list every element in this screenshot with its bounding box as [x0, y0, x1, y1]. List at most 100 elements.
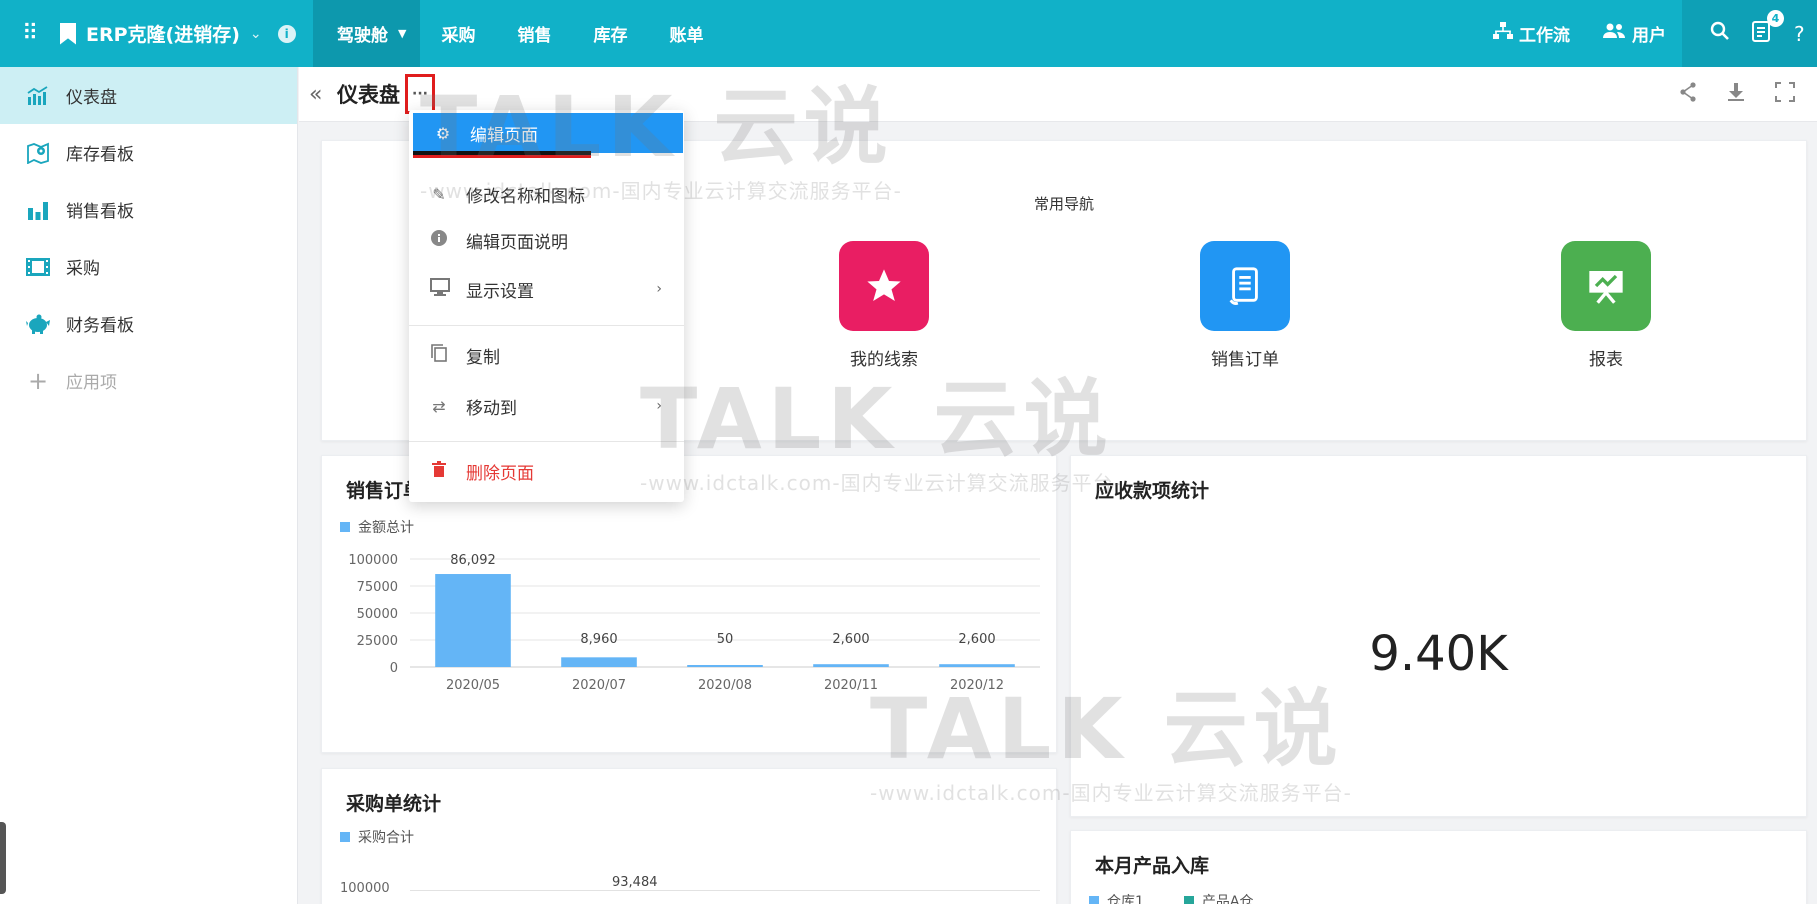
legend-label: 采购合计	[358, 830, 414, 846]
share-icon[interactable]	[1679, 81, 1697, 107]
receivable-card: 应收款项统计 9.40K	[1070, 455, 1807, 817]
sidebar-item-sales-board[interactable]: 销售看板	[0, 181, 297, 238]
presentation-icon	[1561, 241, 1651, 331]
legend-label: 产品A仓	[1201, 894, 1254, 904]
annotation-underline	[413, 151, 591, 158]
nav-inventory[interactable]: 库存	[572, 0, 648, 67]
legend-swatch	[1183, 896, 1194, 904]
bar-value-label: 2,600	[958, 632, 995, 647]
y-tick-label: 100000	[348, 553, 398, 568]
swap-icon: ⇄	[432, 396, 446, 416]
menu-item-delete-page[interactable]: 删除页面	[409, 451, 684, 491]
legend-label: 仓库1	[1107, 894, 1144, 904]
bar-value-label: 86,092	[450, 553, 496, 568]
nav-purchase[interactable]: 采购	[420, 0, 496, 67]
sidebar-item-label: 库存看板	[66, 145, 134, 165]
users-label: 用户	[1632, 26, 1666, 46]
bar	[813, 664, 889, 667]
legend-swatch	[340, 832, 350, 842]
bar-value-label: 50	[717, 632, 734, 647]
quick-nav-label: 我的线索	[850, 350, 918, 370]
piggy-bank-icon	[26, 312, 50, 336]
menu-label: 编辑页面说明	[466, 232, 568, 253]
quick-nav-label: 报表	[1589, 350, 1623, 370]
more-options-button[interactable]: ···	[405, 74, 435, 114]
pencil-icon: ✎	[432, 184, 446, 204]
stock-card: 本月产品入库 仓库1 产品A仓	[1070, 830, 1807, 904]
main-nav: 驾驶舱 ▼ 采购 销售 库存 账单	[313, 0, 724, 67]
menu-label: 删除页面	[466, 463, 534, 484]
menu-item-edit-description[interactable]: 编辑页面说明	[409, 220, 684, 260]
workflow-button[interactable]: 工作流	[1477, 0, 1586, 67]
x-tick-label: 2020/11	[824, 678, 878, 693]
x-tick-label: 2020/07	[572, 678, 626, 693]
bar	[687, 665, 763, 667]
sidebar-item-inventory-board[interactable]: 库存看板	[0, 124, 297, 181]
bar	[939, 664, 1015, 667]
nav-cockpit[interactable]: 驾驶舱 ▼	[313, 0, 421, 67]
sidebar: 仪表盘 库存看板 销售看板 采购 财务看板 + 应用项	[0, 67, 298, 904]
quick-nav-sales-order[interactable]: 销售订单	[1185, 241, 1305, 370]
receivable-value: 9.40K	[1369, 626, 1508, 682]
stock-legend: 仓库1 产品A仓	[1089, 891, 1254, 904]
page-options-menu: ⚙ 编辑页面 ✎ 修改名称和图标 编辑页面说明 显示设置 › 复制 ⇄ 移动到 …	[409, 110, 684, 502]
menu-item-copy[interactable]: 复制	[409, 335, 684, 375]
sidebar-add-item[interactable]: + 应用项	[0, 352, 297, 409]
users-icon	[1602, 23, 1626, 44]
legend-item[interactable]: 仓库1	[1089, 891, 1144, 904]
monitor-icon	[430, 278, 450, 300]
menu-divider	[409, 325, 684, 326]
star-icon	[839, 241, 929, 331]
chevron-down-icon[interactable]: ⌄	[250, 26, 262, 42]
menu-item-move-to[interactable]: ⇄ 移动到 ›	[409, 386, 684, 426]
nav-sales[interactable]: 销售	[496, 0, 572, 67]
fullscreen-icon[interactable]	[1775, 81, 1795, 107]
gridline	[410, 890, 1040, 891]
notification-badge: 4	[1767, 10, 1784, 27]
y-tick-label: 75000	[357, 580, 398, 595]
y-tick-label: 0	[390, 661, 398, 676]
collapse-sidebar-icon[interactable]: «	[309, 82, 329, 107]
search-icon[interactable]	[1710, 21, 1730, 46]
side-drawer-handle[interactable]	[0, 822, 6, 894]
menu-item-display-settings[interactable]: 显示设置 ›	[409, 269, 684, 309]
download-icon[interactable]	[1727, 82, 1745, 107]
page-title: 仪表盘	[337, 83, 400, 107]
chart-bar-icon	[26, 84, 50, 108]
film-icon	[26, 255, 50, 279]
purchase-legend[interactable]: 采购合计	[340, 827, 414, 847]
bar-value-label: 2,600	[832, 632, 869, 647]
menu-item-edit-page[interactable]: ⚙ 编辑页面	[413, 113, 683, 153]
sidebar-item-purchase[interactable]: 采购	[0, 238, 297, 295]
sidebar-item-label: 采购	[66, 259, 100, 279]
menu-label: 显示设置	[466, 281, 534, 302]
sidebar-item-label: 仪表盘	[66, 88, 117, 108]
menu-label: 编辑页面	[470, 125, 538, 146]
notification-icon[interactable]: 4	[1752, 10, 1784, 47]
sidebar-item-label: 财务看板	[66, 316, 134, 336]
nav-label: 驾驶舱	[337, 26, 388, 46]
legend-item[interactable]: 产品A仓	[1183, 891, 1254, 904]
copy-icon	[430, 344, 448, 366]
quick-nav-label: 销售订单	[1211, 350, 1279, 370]
sidebar-item-dashboard[interactable]: 仪表盘	[0, 67, 297, 124]
users-button[interactable]: 用户	[1586, 0, 1682, 67]
sidebar-item-finance-board[interactable]: 财务看板	[0, 295, 297, 352]
chevron-right-icon: ›	[656, 398, 662, 414]
nav-bills[interactable]: 账单	[648, 0, 724, 67]
apps-grid-icon[interactable]: ⠿	[18, 21, 42, 46]
app-switcher: ⠿ ERP克隆(进销存) ⌄ i	[0, 0, 313, 67]
bar-value-label: 8,960	[580, 632, 617, 647]
quick-nav-leads[interactable]: 我的线索	[824, 241, 944, 370]
sidebar-add-label: 应用项	[66, 373, 117, 393]
help-icon[interactable]: ?	[1794, 22, 1805, 46]
menu-item-rename[interactable]: ✎ 修改名称和图标	[409, 174, 684, 214]
info-icon[interactable]: i	[277, 24, 296, 43]
bar	[435, 574, 511, 667]
sales-bar-chart: 0 25000 50000 75000 100000 86,092 2020/05 8,960…	[348, 553, 1040, 693]
quick-nav-report[interactable]: 报表	[1546, 241, 1666, 370]
app-title[interactable]: ERP克隆(进销存)	[86, 20, 240, 47]
top-bar: ⠿ ERP克隆(进销存) ⌄ i 驾驶舱 ▼ 采购 销售 库存 账单 工作流 用…	[0, 0, 1817, 67]
menu-divider	[409, 441, 684, 442]
menu-label: 复制	[466, 347, 500, 368]
